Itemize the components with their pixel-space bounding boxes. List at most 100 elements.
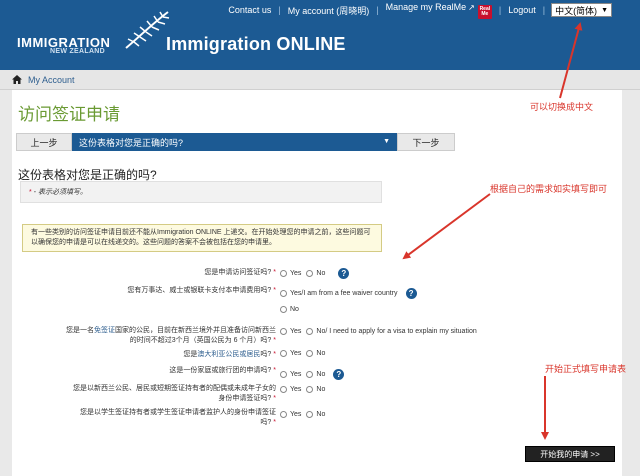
breadcrumb: My Account (0, 70, 640, 90)
info-notice: 有一些类别的访问签证申请目前还不能从Immigration ONLINE 上递交… (22, 224, 382, 252)
required-note-text: - 表示必须填写。 (31, 189, 87, 196)
required-fields-note: * - 表示必须填写。 (20, 181, 382, 203)
question-label: 您是申请访问签证吗? * (142, 268, 276, 278)
option-label: Yes (290, 386, 302, 393)
radio-button[interactable] (306, 371, 314, 378)
radio-button[interactable] (280, 350, 287, 357)
help-icon[interactable]: ? (333, 369, 345, 380)
chevron-down-icon: ▼ (601, 6, 608, 14)
manage-realme-link[interactable]: Manage my RealMe ↗ Real Me (379, 2, 499, 19)
radio-no[interactable]: No/ I need to apply for a visa to explai… (306, 328, 477, 335)
page-title: 访问签证申请 (18, 105, 120, 124)
radio-button[interactable] (280, 386, 287, 393)
current-step-select[interactable]: 这份表格对您是正确的吗? ▼ (72, 133, 397, 151)
contact-us-link[interactable]: Contact us (221, 5, 278, 15)
visa-waiver-link[interactable]: 免签证 (94, 327, 115, 334)
nav-divider: | (542, 5, 546, 15)
radio-yes[interactable]: Yes/I am from a fee waiver country (280, 290, 398, 297)
option-label: No (316, 350, 326, 357)
radio-no[interactable]: No (306, 371, 325, 378)
radio-yes[interactable]: Yes (280, 411, 301, 418)
radio-button[interactable] (306, 386, 314, 393)
language-select-value: 中文(简体) (555, 5, 598, 16)
radio-yes[interactable]: Yes (280, 270, 301, 277)
required-star: * (273, 367, 276, 374)
my-account-link[interactable]: My account (周晓明) (281, 4, 377, 17)
radio-yes[interactable]: Yes (280, 371, 301, 378)
top-navigation: Contact us | My account (周晓明) | Manage m… (221, 2, 640, 19)
radio-button[interactable] (306, 328, 314, 335)
radio-button[interactable] (280, 411, 287, 418)
help-icon[interactable]: ? (338, 268, 350, 279)
question-label: 您是以学生签证持有者或学生签证申请者监护人的身份申请签证吗? * (72, 408, 276, 428)
answer-group: Yes No (280, 411, 330, 418)
annotation-start-filling: 开始正式填写申请表 (545, 364, 627, 374)
immigration-nz-logo[interactable]: IMMIGRATION NEW ZEALAND (14, 11, 170, 60)
answer-group: Yes No (280, 350, 330, 357)
required-star: * (273, 269, 276, 276)
chevron-down-icon: ▼ (383, 138, 390, 145)
answer-group: Yes No ? (280, 369, 345, 380)
question-text: 您是申请访问签证吗? (204, 269, 272, 276)
option-label: Yes (290, 411, 302, 418)
option-label: No (316, 411, 326, 418)
breadcrumb-my-account[interactable]: My Account (28, 75, 75, 85)
question-text: 这是一份家庭或旅行团的申请吗? (169, 367, 272, 374)
annotation-fill-truthfully: 根据自己的需求如实填写即可 (490, 184, 608, 194)
question-text: 您是以学生签证持有者或学生签证申请者监护人的身份申请签证吗? (80, 409, 276, 426)
radio-button[interactable] (306, 270, 314, 277)
fern-icon (125, 11, 170, 49)
option-label: Yes (290, 328, 302, 335)
question-text-pre: 您是 (183, 351, 198, 358)
radio-button[interactable] (306, 350, 314, 357)
required-star: * (273, 351, 276, 358)
required-star: * (273, 395, 276, 402)
radio-button[interactable] (280, 270, 287, 277)
radio-no[interactable]: No (280, 306, 299, 313)
radio-no[interactable]: No (306, 350, 325, 357)
option-label: Yes/I am from a fee waiver country (290, 290, 398, 297)
radio-no[interactable]: No (306, 386, 325, 393)
answer-group: Yes No/ I need to apply for a visa to ex… (280, 328, 482, 335)
logo-text-new-zealand: NEW ZEALAND (50, 48, 106, 55)
radio-button[interactable] (280, 306, 287, 313)
question-label: 这是一份家庭或旅行团的申请吗? * (142, 366, 276, 376)
radio-button[interactable] (306, 411, 314, 418)
option-label: No (316, 371, 326, 378)
answer-group: Yes No (280, 386, 330, 393)
question-text-pre: 您是一名 (66, 327, 94, 334)
australian-citizen-link[interactable]: 澳大利亚公民或居民 (197, 351, 260, 358)
external-link-icon: ↗ (468, 2, 475, 12)
start-application-button[interactable]: 开始我的申请 >> (525, 446, 615, 462)
next-step-button[interactable]: 下一步 (397, 133, 455, 151)
radio-yes[interactable]: Yes (280, 386, 301, 393)
home-icon[interactable] (12, 75, 22, 84)
step-navigation: 上一步 这份表格对您是正确的吗? ▼ 下一步 (16, 133, 455, 151)
realme-logo: Real Me (477, 4, 492, 19)
radio-button[interactable] (280, 290, 287, 297)
site-header: IMMIGRATION NEW ZEALAND Immigration ONLI… (0, 0, 640, 70)
main-panel: 访问签证申请 上一步 这份表格对您是正确的吗? ▼ 下一步 这份表格对您是正确的… (12, 90, 622, 476)
radio-no[interactable]: No (306, 411, 325, 418)
previous-step-button[interactable]: 上一步 (16, 133, 72, 151)
option-label: No (290, 306, 299, 313)
option-label: No (316, 270, 326, 277)
question-text: 您有万事达、威士或银联卡支付本申请费用吗? (127, 287, 272, 294)
radio-button[interactable] (280, 371, 287, 378)
radio-yes[interactable]: Yes (280, 350, 301, 357)
language-select[interactable]: 中文(简体) ▼ (551, 3, 612, 17)
question-label: 您是一名免签证国家的公民，目前在新西兰境外并且准备访问新西兰的时间不超过3个月（… (62, 326, 276, 346)
realme-logo-text-2: Me (481, 10, 489, 17)
required-star: * (273, 419, 276, 426)
logout-link[interactable]: Logout (501, 5, 543, 15)
annotation-switch-language: 可以切换成中文 (530, 102, 594, 112)
option-label: No (316, 386, 326, 393)
question-text: 您是以新西兰公民、居民或短期签证持有者的配偶或未成年子女的身份申请签证吗? (73, 385, 276, 402)
help-icon[interactable]: ? (405, 288, 417, 299)
radio-yes[interactable]: Yes (280, 328, 301, 335)
radio-button[interactable] (280, 328, 287, 335)
radio-no[interactable]: No (306, 270, 325, 277)
answer-group: Yes/I am from a fee waiver country ? (280, 288, 417, 299)
answer-group: No (280, 306, 304, 313)
question-label: 您有万事达、威士或银联卡支付本申请费用吗? * (84, 286, 276, 296)
